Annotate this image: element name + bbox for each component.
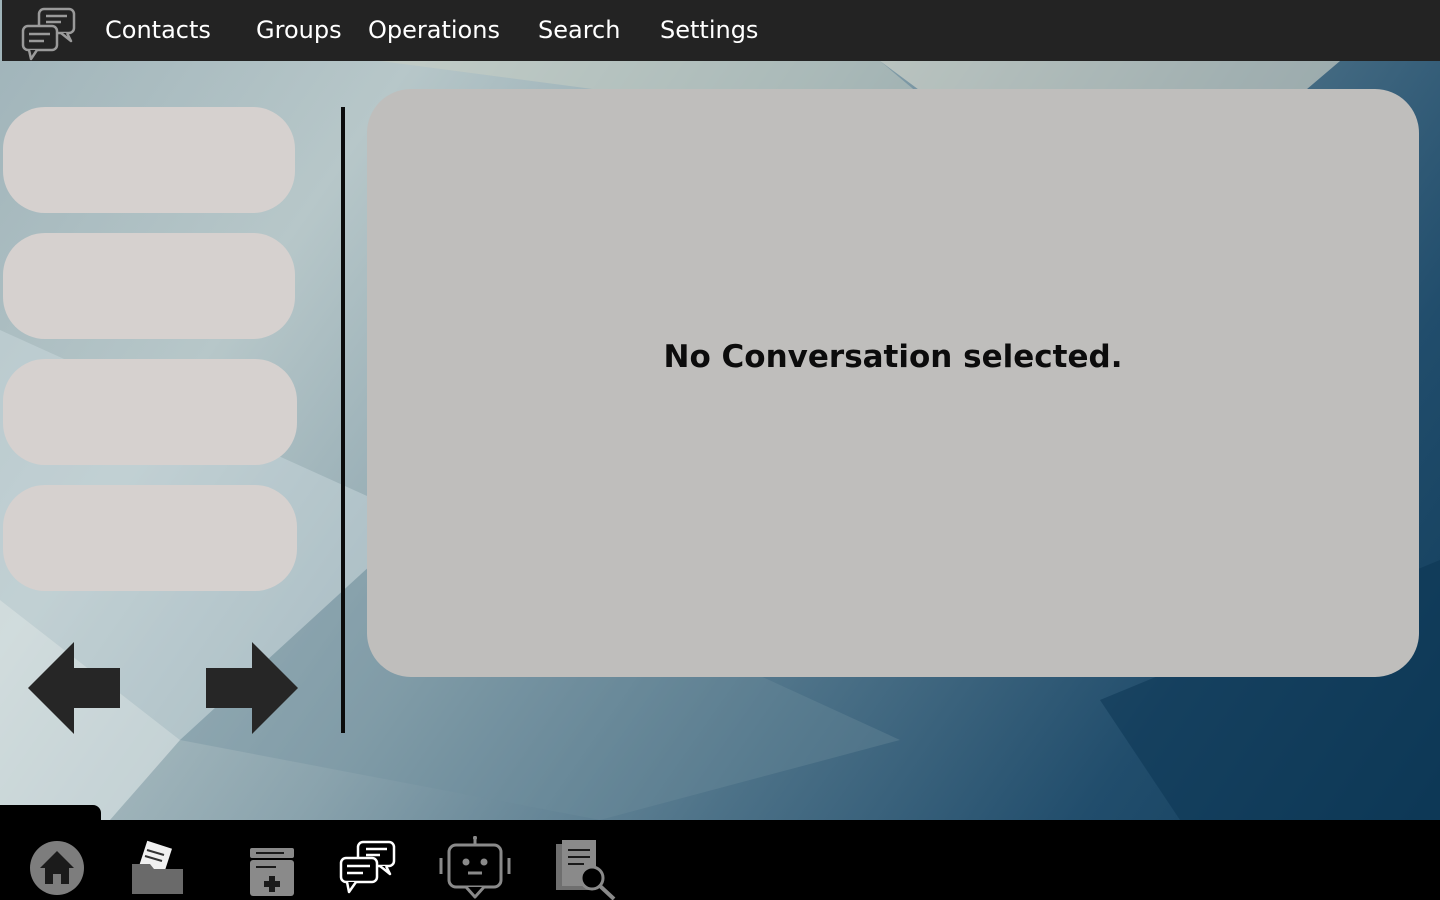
- medical-record-icon[interactable]: [246, 836, 298, 900]
- conversation-slot-2[interactable]: [3, 233, 295, 339]
- home-icon[interactable]: [28, 836, 86, 900]
- document-search-icon[interactable]: [554, 836, 618, 900]
- conversation-slot-4[interactable]: [3, 485, 297, 591]
- menu-settings[interactable]: Settings: [660, 12, 758, 48]
- menu-groups[interactable]: Groups: [256, 12, 342, 48]
- conversation-panel: No Conversation selected.: [367, 89, 1419, 677]
- empty-state-message: No Conversation selected.: [663, 339, 1123, 375]
- conversation-slot-1[interactable]: [3, 107, 295, 213]
- app-logo-chat-icon[interactable]: [19, 6, 79, 62]
- folders-icon[interactable]: [130, 836, 186, 900]
- menu-contacts[interactable]: Contacts: [105, 12, 211, 48]
- conversation-slot-3[interactable]: [3, 359, 297, 465]
- chat-icon[interactable]: [338, 836, 398, 900]
- bot-icon[interactable]: [438, 836, 512, 900]
- top-menu-bar: Contacts Groups Operations Search Settin…: [2, 0, 1440, 61]
- previous-page-arrow-icon[interactable]: [28, 642, 120, 734]
- bottom-dock: [0, 820, 1440, 900]
- next-page-arrow-icon[interactable]: [206, 642, 298, 734]
- menu-operations[interactable]: Operations: [368, 12, 500, 48]
- list-divider: [341, 107, 345, 733]
- menu-search[interactable]: Search: [538, 12, 620, 48]
